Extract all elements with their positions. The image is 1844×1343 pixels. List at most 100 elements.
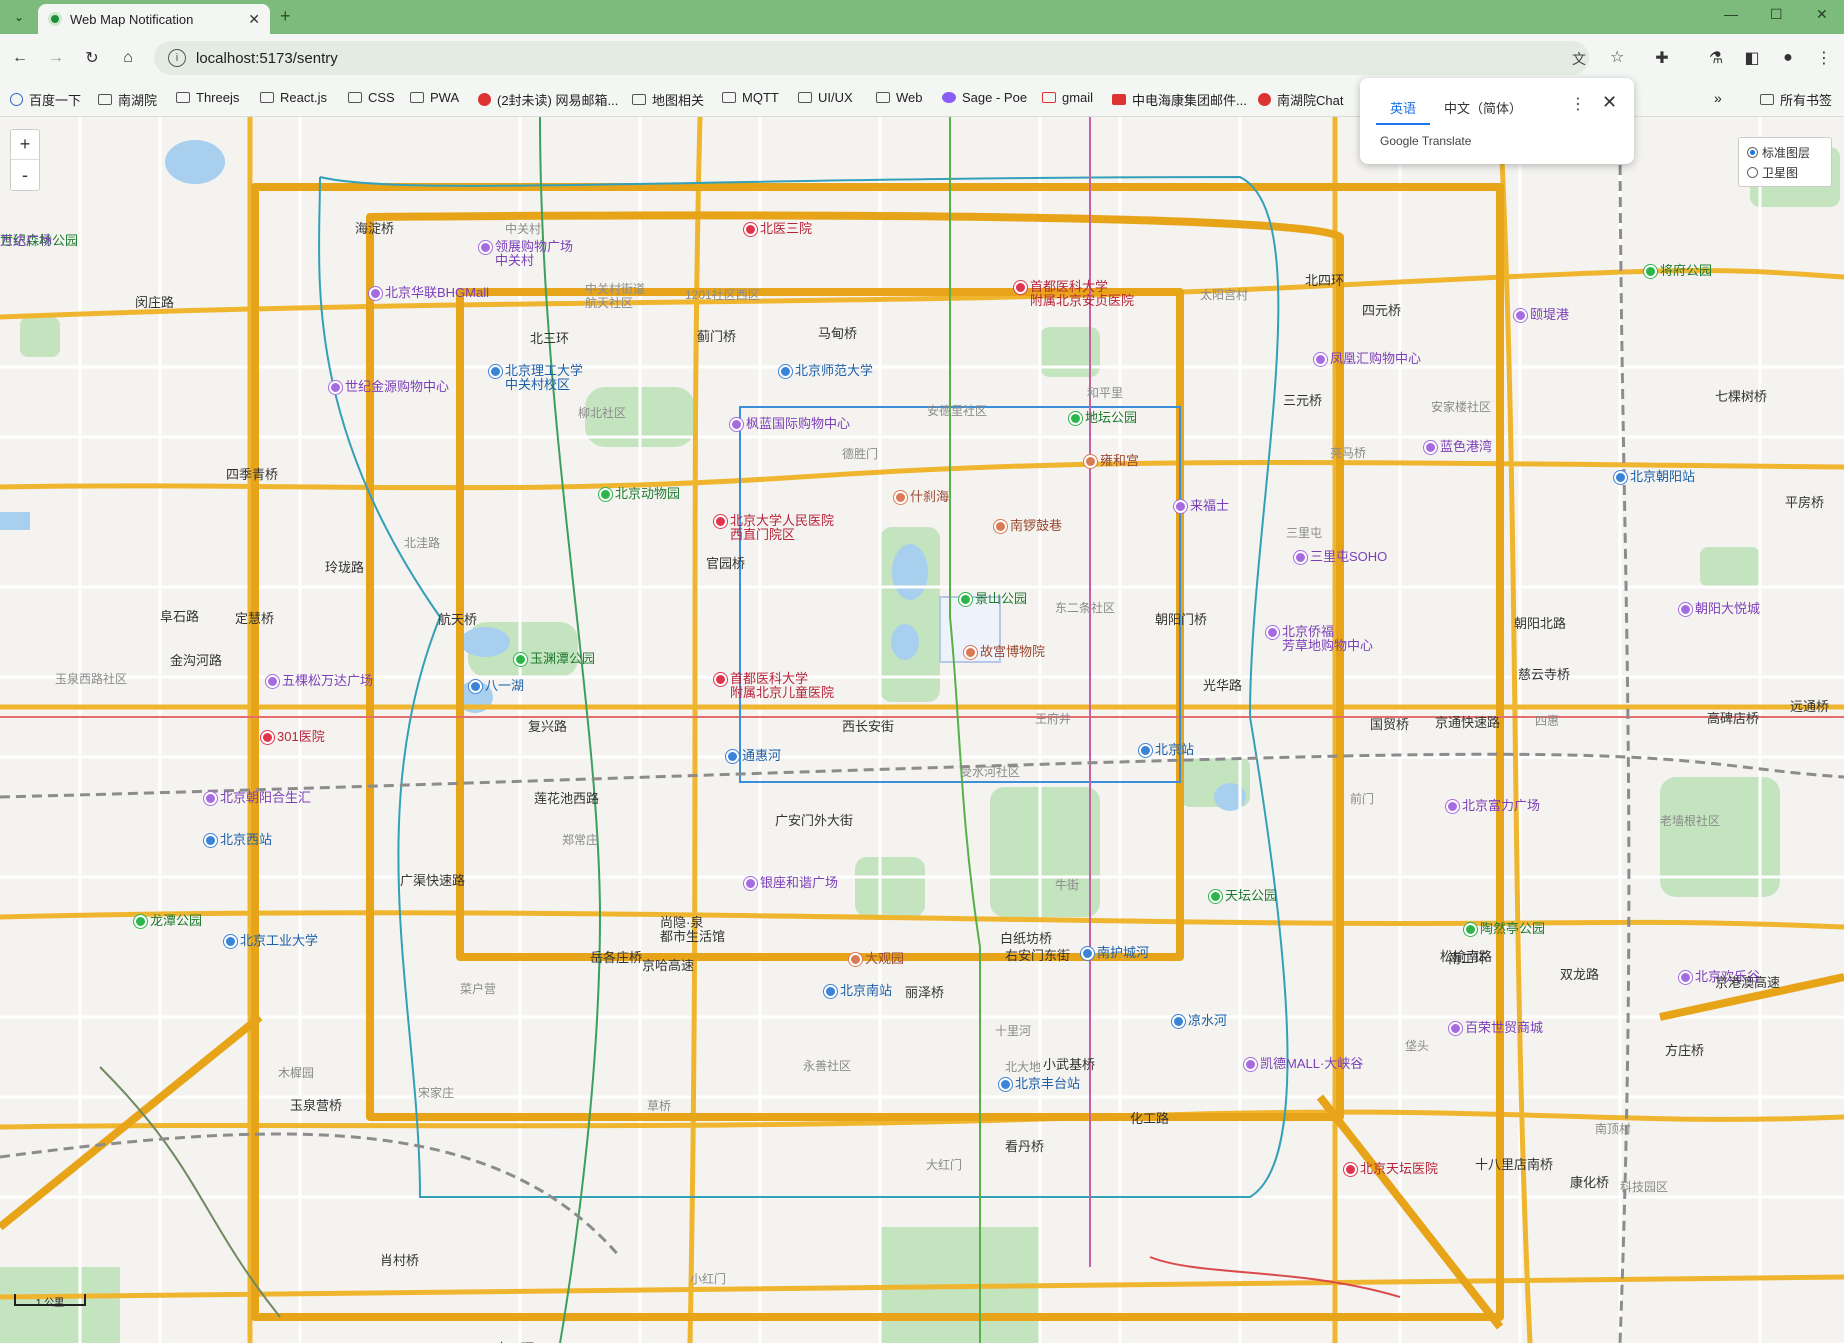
bookmark-folder[interactable]: React.js	[260, 90, 327, 105]
place-label[interactable]: 百荣世贸商城	[1465, 1021, 1543, 1035]
tab-source-language[interactable]: 英语	[1376, 92, 1431, 125]
place-label[interactable]: 通惠河	[742, 749, 781, 763]
bookmark-item[interactable]: 南湖院Chat	[1258, 90, 1343, 109]
place-label[interactable]: 颐堤港	[1530, 308, 1569, 322]
blue-poi-pin-icon[interactable]	[726, 750, 739, 763]
place-label[interactable]: 北京丰台站	[1015, 1077, 1080, 1091]
purple-poi-pin-icon[interactable]	[744, 877, 757, 890]
zoom-in-button[interactable]: +	[11, 130, 39, 160]
place-label[interactable]: 五棵松万达广场	[282, 674, 373, 688]
place-label[interactable]: 南锣鼓巷	[1010, 519, 1062, 533]
site-info-icon[interactable]: i	[168, 49, 186, 67]
place-label[interactable]: 北京华联BHGMall	[385, 286, 489, 300]
brown-poi-pin-icon[interactable]	[964, 646, 977, 659]
place-label[interactable]: 领展购物广场 中关村	[495, 240, 573, 268]
close-window-button[interactable]: ✕	[1816, 6, 1828, 23]
place-label[interactable]: 北医三院	[760, 222, 812, 236]
bookmark-folder[interactable]: CSS	[348, 90, 395, 105]
blue-poi-pin-icon[interactable]	[1081, 947, 1094, 960]
bookmark-item[interactable]: 百度一下	[10, 90, 81, 109]
red-poi-pin-icon[interactable]	[1344, 1163, 1357, 1176]
purple-poi-pin-icon[interactable]	[1514, 309, 1527, 322]
place-label[interactable]: 来福士	[1190, 499, 1229, 513]
red-poi-pin-icon[interactable]	[714, 515, 727, 528]
purple-poi-pin-icon[interactable]	[204, 792, 217, 805]
bookmark-folder[interactable]: 地图相关	[632, 90, 704, 109]
close-tab-icon[interactable]: ✕	[248, 11, 260, 28]
place-label[interactable]: 凯德MALL·大峡谷	[1260, 1057, 1363, 1071]
place-label[interactable]: 凤凰汇购物中心	[1330, 352, 1421, 366]
place-label[interactable]: 玉渊潭公园	[530, 652, 595, 666]
tab-target-language[interactable]: 中文（简体）	[1430, 92, 1536, 125]
address-bar[interactable]: i localhost:5173/sentry 文 ☆	[154, 41, 1624, 75]
green-poi-pin-icon[interactable]	[134, 915, 147, 928]
place-label[interactable]: 枫蓝国际购物中心	[746, 417, 850, 431]
bookmark-folder[interactable]: UI/UX	[798, 90, 853, 105]
blue-poi-pin-icon[interactable]	[779, 365, 792, 378]
green-poi-pin-icon[interactable]	[1069, 412, 1082, 425]
blue-poi-pin-icon[interactable]	[489, 365, 502, 378]
red-poi-pin-icon[interactable]	[714, 673, 727, 686]
place-label[interactable]: 什刹海	[910, 490, 949, 504]
zoom-out-button[interactable]: -	[11, 160, 39, 190]
place-label[interactable]: 朝阳大悦城	[1695, 602, 1760, 616]
place-label[interactable]: 北京西站	[220, 833, 272, 847]
brown-poi-pin-icon[interactable]	[994, 520, 1007, 533]
place-label[interactable]: 凉水河	[1188, 1014, 1227, 1028]
purple-poi-pin-icon[interactable]	[1174, 500, 1187, 513]
active-tab[interactable]: Web Map Notification ✕	[38, 4, 270, 34]
bookmark-item[interactable]: 中电海康集团邮件...	[1112, 90, 1247, 109]
place-label[interactable]: 北京理工大学 中关村校区	[505, 364, 583, 392]
place-label[interactable]: 大观园	[865, 952, 904, 966]
reload-button[interactable]: ↻	[80, 46, 104, 70]
map-view[interactable]: + - 标准图层 卫星图 1 公里 海淀桥 中关村 北医三院 领展购物广场 中关村 北京…	[0, 117, 1844, 1343]
purple-poi-pin-icon[interactable]	[1244, 1058, 1257, 1071]
star-icon[interactable]: ☆	[1610, 47, 1624, 67]
place-label[interactable]: 北京朝阳合生汇	[220, 791, 311, 805]
purple-poi-pin-icon[interactable]	[266, 675, 279, 688]
layer-option-standard[interactable]: 标准图层	[1747, 142, 1823, 162]
place-label[interactable]: 首都医科大学 附属北京儿童医院	[730, 672, 834, 700]
place-label[interactable]: 景山公园	[975, 592, 1027, 606]
place-label[interactable]: 北京站	[1155, 743, 1194, 757]
tab-search-button[interactable]: ⌄	[6, 6, 32, 28]
place-label[interactable]: 北京动物园	[615, 487, 680, 501]
blue-poi-pin-icon[interactable]	[824, 985, 837, 998]
profile-button[interactable]: ●	[1776, 46, 1800, 70]
green-poi-pin-icon[interactable]	[1644, 265, 1657, 278]
purple-poi-pin-icon[interactable]	[730, 418, 743, 431]
side-panel-button[interactable]: ◧	[1740, 46, 1764, 70]
green-poi-pin-icon[interactable]	[1464, 923, 1477, 936]
place-label[interactable]: 万达广场	[0, 234, 52, 248]
place-label[interactable]: 北京南站	[840, 984, 892, 998]
purple-poi-pin-icon[interactable]	[1449, 1022, 1462, 1035]
green-poi-pin-icon[interactable]	[959, 593, 972, 606]
purple-poi-pin-icon[interactable]	[1266, 626, 1279, 639]
red-poi-pin-icon[interactable]	[744, 223, 757, 236]
purple-poi-pin-icon[interactable]	[1446, 800, 1459, 813]
bookmark-folder[interactable]: Threejs	[176, 90, 239, 105]
place-label[interactable]: 天坛公园	[1225, 889, 1277, 903]
bookmark-folder[interactable]: PWA	[410, 90, 459, 105]
place-label[interactable]: 301医院	[277, 730, 325, 744]
place-label[interactable]: 龙潭公园	[150, 914, 202, 928]
purple-poi-pin-icon[interactable]	[369, 287, 382, 300]
place-label[interactable]: 北京朝阳站	[1630, 470, 1695, 484]
brown-poi-pin-icon[interactable]	[849, 953, 862, 966]
place-label[interactable]: 雍和宫	[1100, 454, 1139, 468]
blue-poi-pin-icon[interactable]	[1139, 744, 1152, 757]
menu-button[interactable]: ⋮	[1812, 46, 1836, 70]
place-label[interactable]: 八一湖	[485, 679, 524, 693]
blue-poi-pin-icon[interactable]	[224, 935, 237, 948]
green-poi-pin-icon[interactable]	[1209, 890, 1222, 903]
home-button[interactable]: ⌂	[116, 46, 140, 70]
place-label[interactable]: 南护城河	[1097, 946, 1149, 960]
place-label[interactable]: 首都医科大学 附属北京安贞医院	[1030, 280, 1134, 308]
place-label[interactable]: 陶然亭公园	[1480, 922, 1545, 936]
purple-poi-pin-icon[interactable]	[1679, 971, 1692, 984]
purple-poi-pin-icon[interactable]	[1424, 441, 1437, 454]
bookmark-folder[interactable]: Web	[876, 90, 923, 105]
place-label[interactable]: 世纪金源购物中心	[345, 380, 449, 394]
place-label[interactable]: 北京师范大学	[795, 364, 873, 378]
place-label[interactable]: 将府公园	[1660, 264, 1712, 278]
